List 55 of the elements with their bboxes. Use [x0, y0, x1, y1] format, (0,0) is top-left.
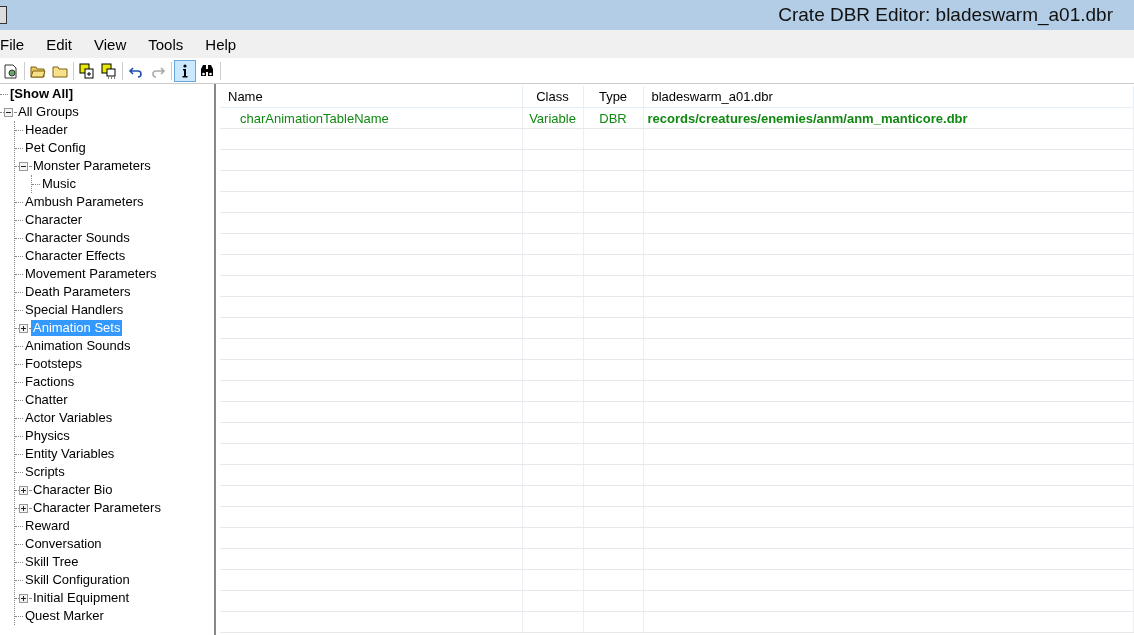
tree-item[interactable]: Skill Tree [23, 554, 81, 570]
tree-item[interactable]: Character Parameters [31, 500, 163, 516]
menu-item[interactable]: File [0, 35, 25, 53]
tree-item[interactable]: Initial Equipment [31, 590, 132, 606]
tree-item[interactable]: Factions [23, 374, 77, 390]
tree-item[interactable]: Header [23, 122, 70, 138]
menu-item[interactable]: Edit [46, 35, 73, 53]
tree-item[interactable]: Physics [23, 428, 72, 444]
tree-item[interactable]: Quest Marker [23, 608, 106, 624]
binoculars-icon [199, 62, 215, 79]
tree-item[interactable]: Character Sounds [23, 230, 132, 246]
tree-item[interactable]: Scripts [23, 464, 67, 480]
table-cell: records/creatures/enemies/anm/anm_manticore.dbr [643, 107, 1134, 129]
tree-item[interactable]: Footsteps [23, 356, 85, 372]
tree-item[interactable]: Character Bio [31, 482, 115, 498]
window-title: Crate DBR Editor: bladeswarm_a01.dbr [778, 4, 1113, 26]
collapse-icon[interactable] [4, 107, 13, 117]
tree-item[interactable]: Death Parameters [23, 284, 133, 300]
tree-item[interactable]: All Groups [16, 104, 81, 120]
tree-item[interactable]: Special Handlers [23, 302, 126, 318]
table-cell: charAnimationTableName [220, 107, 522, 129]
tree-item[interactable]: Pet Config [23, 140, 88, 156]
column-header[interactable]: bladeswarm_a01.dbr [643, 86, 1134, 108]
column-header[interactable]: Class [522, 86, 583, 108]
tree-item[interactable]: Entity Variables [23, 446, 117, 462]
column-header[interactable]: Name [220, 86, 522, 108]
tree-item[interactable]: Reward [23, 518, 72, 534]
expand-icon[interactable] [19, 485, 28, 495]
column-header[interactable]: Type [583, 86, 643, 108]
collapse-icon[interactable] [19, 161, 28, 171]
info-button[interactable] [174, 59, 196, 82]
document-icon [3, 62, 19, 79]
tree-item[interactable]: Movement Parameters [23, 266, 159, 282]
app-icon [0, 6, 7, 24]
menu-item[interactable]: View [94, 35, 127, 53]
tree-item[interactable]: Music [40, 176, 78, 192]
tree-item[interactable]: Animation Sounds [23, 338, 133, 354]
table-cell: DBR [583, 107, 643, 129]
menu-item[interactable]: Tools [148, 35, 184, 53]
tree-item[interactable]: Conversation [23, 536, 104, 552]
expand-icon[interactable] [19, 323, 28, 333]
tree-item[interactable]: Chatter [23, 392, 70, 408]
tree-item[interactable]: Skill Configuration [23, 572, 132, 588]
floppy-icon [101, 62, 117, 79]
floppy-icon [79, 62, 95, 79]
tree-item[interactable]: [Show All] [8, 86, 76, 102]
menu-item[interactable]: Help [205, 35, 237, 53]
expand-icon[interactable] [19, 593, 28, 603]
table-cell: Variable [522, 107, 583, 129]
tree-item[interactable]: Character Effects [23, 248, 128, 264]
expand-icon[interactable] [19, 503, 28, 513]
tree-item[interactable]: Actor Variables [23, 410, 115, 426]
tree-item[interactable]: Ambush Parameters [23, 194, 146, 210]
tree-item[interactable]: Character [23, 212, 85, 228]
tree-item[interactable]: Monster Parameters [31, 158, 153, 174]
